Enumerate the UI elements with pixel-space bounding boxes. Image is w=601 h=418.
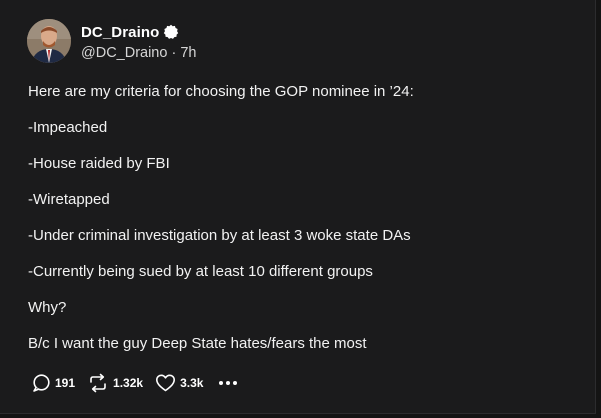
- post-card: DC_Draino @DC_Draino · 7h Here are my cr…: [0, 0, 596, 414]
- reply-count: 191: [55, 376, 76, 390]
- avatar[interactable]: [27, 19, 71, 63]
- heart-icon: [155, 373, 176, 393]
- author-handle-row: @DC_Draino · 7h: [81, 45, 197, 61]
- more-options-icon: [219, 381, 240, 385]
- reply-button[interactable]: 191: [31, 373, 75, 393]
- post-line: -Under criminal investigation by at leas…: [28, 227, 411, 244]
- verified-badge-icon: [163, 24, 179, 40]
- repost-button[interactable]: 1.32k: [87, 373, 143, 393]
- repost-icon: [87, 373, 109, 393]
- like-count: 3.3k: [180, 376, 204, 390]
- post-line: Why?: [28, 299, 67, 316]
- avatar-image: [27, 19, 71, 63]
- author-handle[interactable]: @DC_Draino: [81, 45, 167, 61]
- post-actions: 191 1.32k 3.3k: [31, 372, 240, 394]
- reply-icon: [31, 373, 51, 393]
- post-line: Here are my criteria for choosing the GO…: [28, 83, 414, 100]
- like-button[interactable]: 3.3k: [155, 373, 203, 393]
- post-body: Here are my criteria for choosing the GO…: [28, 82, 578, 370]
- repost-count: 1.32k: [113, 376, 144, 390]
- more-options-button[interactable]: [219, 381, 240, 385]
- post-line: -House raided by FBI: [28, 155, 170, 172]
- post-line: -Impeached: [28, 119, 108, 136]
- post-line: -Currently being sued by at least 10 dif…: [28, 263, 373, 280]
- author-name-row: DC_Draino: [81, 22, 179, 42]
- post-line: B/c I want the guy Deep State hates/fear…: [28, 335, 367, 352]
- post-timestamp[interactable]: 7h: [180, 45, 196, 61]
- post-line: -Wiretapped: [28, 191, 110, 208]
- author-display-name[interactable]: DC_Draino: [81, 24, 159, 41]
